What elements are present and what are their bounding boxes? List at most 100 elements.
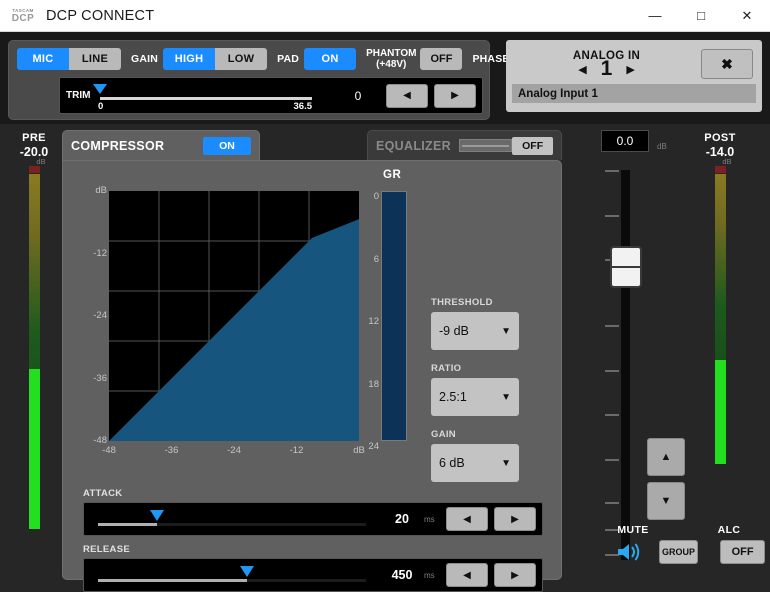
graph-x-tick: -48 (102, 445, 116, 456)
release-increment-button[interactable]: ▶ (494, 563, 536, 587)
gr-tick: 18 (368, 379, 379, 390)
phantom-label: PHANTOM (+48V) (366, 48, 416, 70)
release-handle[interactable] (240, 566, 254, 577)
post-peak-indicator (715, 166, 726, 173)
fader-tick (605, 502, 619, 504)
fader-tick (605, 459, 619, 461)
bottom-controls: MUTE ALC GROUP OFF (600, 524, 765, 564)
compressor-controls: THRESHOLD -9 dB ▼ RATIO 2.5:1 ▼ (431, 297, 531, 495)
release-label: RELEASE (83, 544, 543, 555)
tab-equalizer-label: EQUALIZER (376, 139, 451, 153)
analog-in-header: ANALOG IN ◀ 1 ▶ ✖ (512, 44, 756, 84)
analog-in-name[interactable]: Analog Input 1 (512, 84, 756, 103)
mic-button[interactable]: MIC (17, 48, 69, 70)
tascam-dcp-logo: TASCAM DCP (6, 8, 40, 24)
line-button[interactable]: LINE (69, 48, 121, 70)
fader-track[interactable] (621, 170, 630, 560)
gain-toggle: HIGH LOW (163, 48, 267, 70)
analog-in-number: 1 (601, 59, 613, 79)
fader-tick (605, 215, 619, 217)
mute-label: MUTE (600, 524, 666, 536)
channel-fader: 0.0 dB ▲ ▼ (595, 130, 663, 152)
app-title: DCP CONNECT (46, 8, 154, 24)
fader-value[interactable]: 0.0 (601, 130, 649, 152)
gr-tick: 24 (368, 441, 379, 452)
tab-compressor[interactable]: COMPRESSOR ON (62, 130, 260, 160)
attack-fill (98, 523, 157, 526)
attack-increment-button[interactable]: ▶ (494, 507, 536, 531)
post-meter-label: POST (694, 132, 746, 144)
gain-high-button[interactable]: HIGH (163, 48, 215, 70)
gain-low-button[interactable]: LOW (215, 48, 267, 70)
threshold-dropdown[interactable]: -9 dB ▼ (431, 312, 519, 350)
attack-decrement-button[interactable]: ◀ (446, 507, 488, 531)
pre-meter-label: PRE (8, 132, 60, 144)
attack-control: ATTACK 20 ms ◀ ▶ (83, 488, 543, 536)
bottom-buttons: GROUP OFF (600, 540, 765, 564)
processor-panel: COMPRESSOR ON EQUALIZER OFF GR dB-12-24-… (62, 130, 562, 580)
pre-peak-indicator (29, 166, 40, 173)
close-icon[interactable]: ✖ (701, 49, 753, 79)
phantom-label-line1: PHANTOM (366, 48, 416, 59)
tab-compressor-label: COMPRESSOR (71, 139, 164, 153)
fader-tick (605, 370, 619, 372)
threshold-value: -9 dB (439, 324, 469, 338)
analog-in-panel: ANALOG IN ◀ 1 ▶ ✖ Analog Input 1 (506, 40, 762, 112)
source-toggle: MIC LINE (17, 48, 121, 70)
chevron-right-icon[interactable]: ▶ (626, 63, 634, 76)
trim-increment-button[interactable]: ▶ (434, 84, 476, 108)
chevron-down-icon: ▼ (501, 458, 511, 469)
fader-up-button[interactable]: ▲ (647, 438, 685, 476)
graph-y-tick: -12 (77, 248, 107, 259)
threshold-label: THRESHOLD (431, 297, 531, 308)
phantom-label-line2: (+48V) (376, 59, 406, 70)
trim-min-label: 0 (98, 101, 103, 112)
pad-label: PAD (277, 53, 299, 65)
attack-unit: ms (424, 515, 446, 524)
trim-slider[interactable]: TRIM 0 36.5 (60, 78, 330, 113)
release-fill (98, 579, 247, 582)
threshold-control: THRESHOLD -9 dB ▼ (431, 297, 531, 350)
pad-button[interactable]: ON (304, 48, 356, 70)
comp-gain-dropdown[interactable]: 6 dB ▼ (431, 444, 519, 482)
comp-gain-value: 6 dB (439, 456, 465, 470)
tab-equalizer[interactable]: EQUALIZER OFF (367, 130, 562, 160)
trim-label: TRIM (66, 90, 90, 101)
trim-handle[interactable] (93, 84, 107, 94)
maximize-button[interactable]: □ (678, 0, 724, 32)
fader-tick (605, 414, 619, 416)
trim-decrement-button[interactable]: ◀ (386, 84, 428, 108)
attack-slider[interactable] (84, 502, 380, 536)
post-meter-fill (715, 360, 726, 464)
equalizer-off-button[interactable]: OFF (512, 137, 553, 155)
logo-dcp-text: DCP (12, 13, 35, 24)
close-button[interactable]: ✕ (724, 0, 770, 32)
trim-max-label: 36.5 (294, 101, 313, 112)
compressor-on-button[interactable]: ON (203, 137, 251, 155)
alc-button[interactable]: OFF (720, 540, 765, 564)
gr-meter-bar (381, 191, 407, 441)
fader-down-button[interactable]: ▼ (647, 482, 685, 520)
release-decrement-button[interactable]: ◀ (446, 563, 488, 587)
attack-box: 20 ms ◀ ▶ (83, 502, 543, 536)
group-button[interactable]: GROUP (659, 540, 698, 564)
trim-bar: TRIM 0 36.5 0 ◀ ▶ (59, 77, 483, 114)
minimize-button[interactable]: — (632, 0, 678, 32)
comp-gain-label: GAIN (431, 429, 531, 440)
phantom-button[interactable]: OFF (420, 48, 462, 70)
release-box: 450 ms ◀ ▶ (83, 558, 543, 592)
pre-meter: PRE -20.0 dB (8, 132, 60, 529)
trim-stepper: ◀ ▶ (386, 78, 482, 113)
gr-tick: 12 (368, 316, 379, 327)
chevron-left-icon[interactable]: ◀ (578, 63, 586, 76)
ratio-control: RATIO 2.5:1 ▼ (431, 363, 531, 416)
analog-in-channel-selector: ANALOG IN ◀ 1 ▶ (512, 49, 701, 79)
chevron-down-icon: ▼ (501, 326, 511, 337)
mute-button[interactable] (600, 541, 659, 563)
bottom-labels: MUTE ALC (600, 524, 765, 536)
ratio-dropdown[interactable]: 2.5:1 ▼ (431, 378, 519, 416)
release-slider[interactable] (84, 558, 380, 592)
fader-handle[interactable] (610, 246, 642, 288)
attack-handle[interactable] (150, 510, 164, 521)
gain-label: GAIN (131, 53, 158, 65)
